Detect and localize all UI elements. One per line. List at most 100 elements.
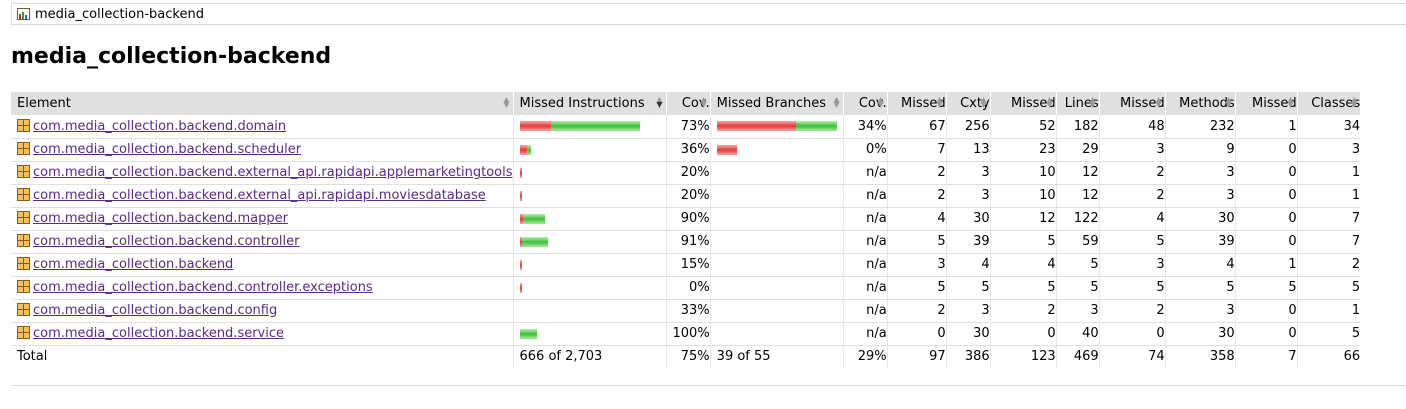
branch-cov: n/a xyxy=(843,299,888,323)
total-classes: 66 xyxy=(1343,349,1361,365)
header-instr-cov[interactable]: Cov. ▲ ▼ xyxy=(666,92,711,115)
classes: 1 xyxy=(1297,299,1361,323)
total-lines: 469 xyxy=(1056,345,1100,368)
instructions-bar-cell xyxy=(513,253,667,277)
missed-instructions-bar xyxy=(519,167,522,178)
missed-lines: 23 xyxy=(990,138,1057,162)
classes: 34 xyxy=(1297,115,1361,139)
element-cell: com.media_collection.backend.controller.… xyxy=(11,276,514,300)
table-row: com.media_collection.backend.scheduler 36… xyxy=(11,138,1361,162)
branches-bar-cell xyxy=(710,276,844,300)
table-row: com.media_collection.backend.controller 9… xyxy=(11,230,1361,254)
branch-cov: n/a xyxy=(843,253,888,277)
total-missed-classes: 7 xyxy=(1235,345,1298,368)
package-link[interactable]: com.media_collection.backend.scheduler xyxy=(33,142,301,157)
missed-cxty: 67 xyxy=(887,115,947,139)
covered-instructions-bar xyxy=(521,236,548,247)
header-element[interactable]: Element ▲ ▼ xyxy=(11,92,514,115)
covered-instructions-bar xyxy=(550,121,640,132)
instructions-bar-cell xyxy=(513,299,667,323)
package-link[interactable]: com.media_collection.backend.external_ap… xyxy=(33,188,486,203)
branches-bar-cell xyxy=(710,115,844,139)
cxty: 30 xyxy=(946,322,991,346)
header-branch-cov[interactable]: Cov. ▲ ▼ xyxy=(843,92,888,115)
header-missed-classes[interactable]: Missed ▲ ▼ xyxy=(1235,92,1298,115)
missed-branches-bar xyxy=(716,121,796,132)
cxty: 4 xyxy=(946,253,991,277)
package-link[interactable]: com.media_collection.backend.external_ap… xyxy=(33,165,512,180)
header-label: Missed Instructions xyxy=(519,96,645,111)
header-missed-methods[interactable]: Missed ▲ ▼ xyxy=(1099,92,1166,115)
coverage-table: Element ▲ ▼ Missed Instructions ▲ ▼ Cov. ▲ ▼ Miss… xyxy=(11,92,1361,368)
classes: 7 xyxy=(1297,230,1361,254)
header-missed-instructions[interactable]: Missed Instructions ▲ ▼ xyxy=(513,92,667,115)
branch-cov: n/a xyxy=(843,184,888,208)
sort-icon: ▲ ▼ xyxy=(1287,95,1294,109)
missed-instructions-bar xyxy=(519,282,522,293)
lines: 3 xyxy=(1056,299,1100,323)
cxty: 3 xyxy=(946,161,991,185)
missed-classes: 1 xyxy=(1235,115,1298,139)
header-missed-lines[interactable]: Missed ▲ ▼ xyxy=(990,92,1057,115)
instr-cov: 0% xyxy=(666,276,711,300)
classes: 7 xyxy=(1297,207,1361,231)
branches-bar-cell xyxy=(710,161,844,185)
missed-classes: 0 xyxy=(1235,299,1298,323)
package-icon xyxy=(17,142,30,155)
header-lines[interactable]: Lines ▲ ▼ xyxy=(1056,92,1100,115)
lines: 12 xyxy=(1056,161,1100,185)
sort-icon: ▲ ▼ xyxy=(700,95,707,109)
breadcrumb-label: media_collection-backend xyxy=(35,6,204,22)
package-link[interactable]: com.media_collection.backend.service xyxy=(33,326,284,341)
missed-classes: 0 xyxy=(1235,207,1298,231)
instr-cov: 36% xyxy=(666,138,711,162)
missed-instructions-bar xyxy=(519,259,522,270)
element-cell: com.media_collection.backend.domain xyxy=(11,115,514,139)
package-link[interactable]: com.media_collection.backend.controller.… xyxy=(33,280,373,295)
missed-classes: 0 xyxy=(1235,138,1298,162)
element-cell: com.media_collection.backend.mapper xyxy=(11,207,514,231)
methods: 30 xyxy=(1165,207,1236,231)
header-classes[interactable]: Classes ▲ ▼ xyxy=(1297,92,1361,115)
package-link[interactable]: com.media_collection.backend.config xyxy=(33,303,277,318)
package-link[interactable]: com.media_collection.backend xyxy=(33,257,233,272)
lines: 182 xyxy=(1056,115,1100,139)
missed-lines: 12 xyxy=(990,207,1057,231)
total-branch-cov: 29% xyxy=(843,345,888,368)
table-row: com.media_collection.backend.mapper 90% n/… xyxy=(11,207,1361,231)
branch-cov: n/a xyxy=(843,230,888,254)
header-missed-cxty[interactable]: Missed ▲ ▼ xyxy=(887,92,947,115)
missed-cxty: 7 xyxy=(887,138,947,162)
instr-cov: 33% xyxy=(666,299,711,323)
instr-cov: 15% xyxy=(666,253,711,277)
package-icon xyxy=(17,234,30,247)
package-link[interactable]: com.media_collection.backend.domain xyxy=(33,119,286,134)
instr-cov: 73% xyxy=(666,115,711,139)
sort-icon: ▲ ▼ xyxy=(833,95,840,109)
instructions-bar-cell xyxy=(513,161,667,185)
branches-bar-cell xyxy=(710,299,844,323)
total-instr-cov: 75% xyxy=(666,345,711,368)
cxty: 3 xyxy=(946,184,991,208)
element-cell: com.media_collection.backend.controller xyxy=(11,230,514,254)
header-methods[interactable]: Methods ▲ ▼ xyxy=(1165,92,1236,115)
package-icon xyxy=(17,211,30,224)
instr-cov: 20% xyxy=(666,184,711,208)
methods: 5 xyxy=(1165,276,1236,300)
instructions-bar-cell xyxy=(513,230,667,254)
header-label: Missed Branches xyxy=(716,96,827,111)
element-cell: com.media_collection.backend.scheduler xyxy=(11,138,514,162)
branches-bar-cell xyxy=(710,253,844,277)
header-missed-branches[interactable]: Missed Branches ▲ ▼ xyxy=(710,92,844,115)
package-link[interactable]: com.media_collection.backend.mapper xyxy=(33,211,288,226)
table-row: com.media_collection.backend.config 33% n/… xyxy=(11,299,1361,323)
header-cxty[interactable]: Cxty ▲ ▼ xyxy=(946,92,991,115)
branches-bar-cell xyxy=(710,322,844,346)
missed-cxty: 0 xyxy=(887,322,947,346)
sort-icon: ▲ ▼ xyxy=(656,95,663,109)
package-icon xyxy=(17,303,30,316)
package-link[interactable]: com.media_collection.backend.controller xyxy=(33,234,299,249)
element-cell: com.media_collection.backend.service xyxy=(11,322,514,346)
table-row: com.media_collection.backend.external_ap… xyxy=(11,161,1361,185)
instr-cov: 91% xyxy=(666,230,711,254)
